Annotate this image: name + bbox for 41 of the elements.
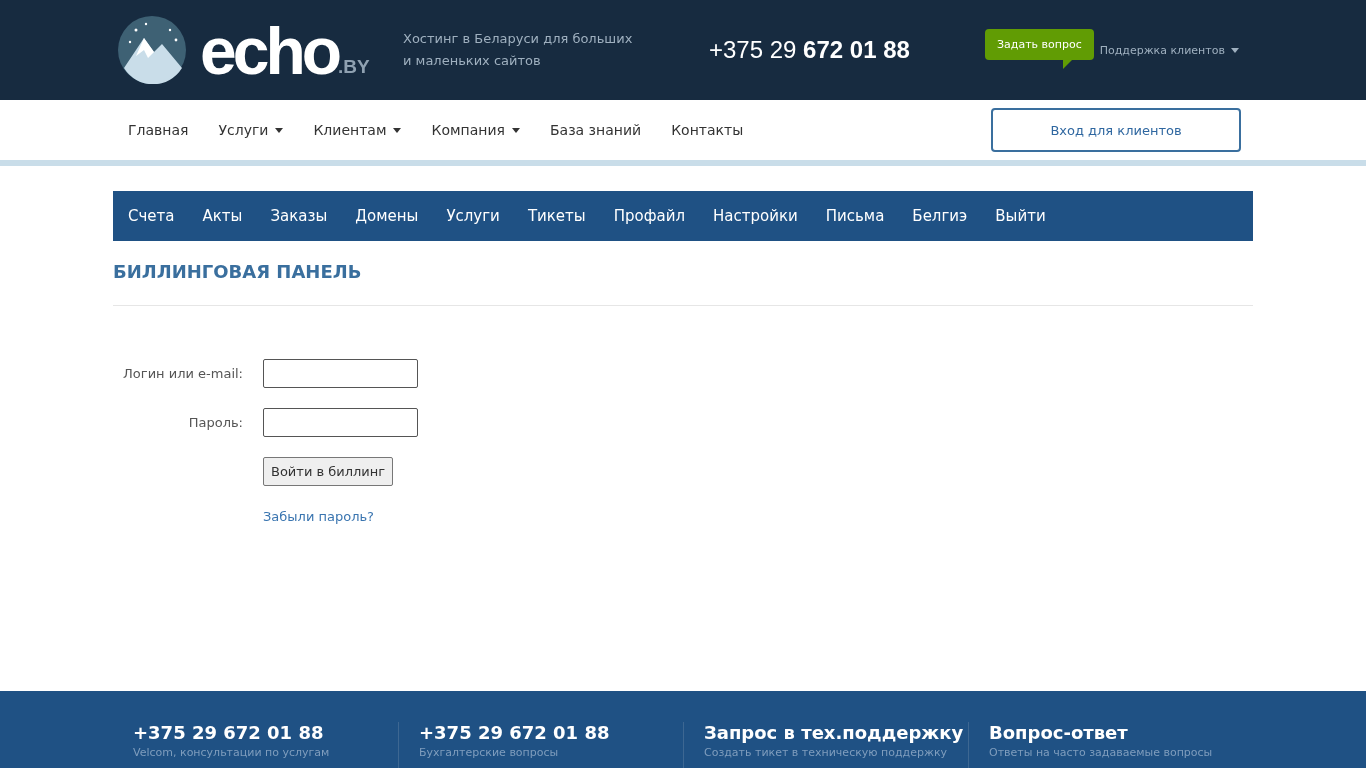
- nav-link[interactable]: Клиентам: [313, 122, 402, 138]
- forgot-password-link[interactable]: Забыли пароль?: [263, 509, 374, 524]
- nav-link[interactable]: Компания: [431, 122, 520, 138]
- billing-menu-link[interactable]: Заказы: [270, 207, 328, 225]
- mountain-logo-icon: [118, 16, 186, 84]
- footer-caption: Velcom, консультации по услугам: [133, 746, 331, 760]
- nav-link[interactable]: Услуги: [218, 122, 284, 138]
- logo-wordmark: echo: [200, 18, 339, 84]
- billing-menu-link[interactable]: Настройки: [713, 207, 798, 225]
- nav-link[interactable]: База знаний: [549, 122, 642, 138]
- tagline: Хостинг в Беларуси для больших и маленьких сайтов: [403, 30, 633, 70]
- footer-link[interactable]: Запрос в тех.поддержку: [704, 722, 968, 744]
- billing-menu-link[interactable]: Счета: [128, 207, 175, 225]
- billing-menu-link[interactable]: Профайл: [613, 207, 685, 225]
- page-title: БИЛЛИНГОВАЯ ПАНЕЛЬ: [113, 261, 363, 283]
- client-login-button[interactable]: Вход для клиентов: [991, 108, 1241, 152]
- footer-caption: Создать тикет в техническую поддержку: [704, 746, 949, 760]
- support-menu-link[interactable]: Поддержка клиентов: [1099, 43, 1239, 57]
- speech-bubble-tail: [1063, 59, 1072, 69]
- footer-link[interactable]: Вопрос-ответ: [989, 722, 1253, 744]
- field-label: Логин или e-mail:: [122, 366, 243, 381]
- logo-domain: .BY: [338, 56, 370, 78]
- footer-link[interactable]: +375 29 672 01 88: [419, 722, 683, 744]
- submit-button[interactable]: Войти в биллинг: [263, 457, 394, 486]
- field-label: Пароль:: [187, 415, 243, 430]
- billing-menu-link[interactable]: Тикеты: [527, 207, 586, 225]
- input-field[interactable]: [263, 408, 418, 437]
- nav-link[interactable]: Главная: [128, 122, 189, 138]
- billing-menu-link[interactable]: Домены: [355, 207, 419, 225]
- nav-link[interactable]: Контакты: [671, 122, 744, 138]
- input-field[interactable]: [263, 359, 418, 388]
- phone-number: +375 29 672 01 88: [709, 36, 911, 64]
- billing-menu-link[interactable]: Акты: [202, 207, 243, 225]
- billing-menu-link[interactable]: Услуги: [446, 207, 500, 225]
- footer-link[interactable]: +375 29 672 01 88: [133, 722, 398, 744]
- billing-menu-link[interactable]: Выйти: [995, 207, 1046, 225]
- footer-caption: Бухгалтерские вопросы: [419, 746, 560, 760]
- caret-icon: [1230, 47, 1239, 53]
- footer-caption: Ответы на часто задаваемые вопросы: [989, 746, 1214, 760]
- billing-menu-link[interactable]: Белгиэ: [912, 207, 968, 225]
- billing-menu-link[interactable]: Письма: [825, 207, 885, 225]
